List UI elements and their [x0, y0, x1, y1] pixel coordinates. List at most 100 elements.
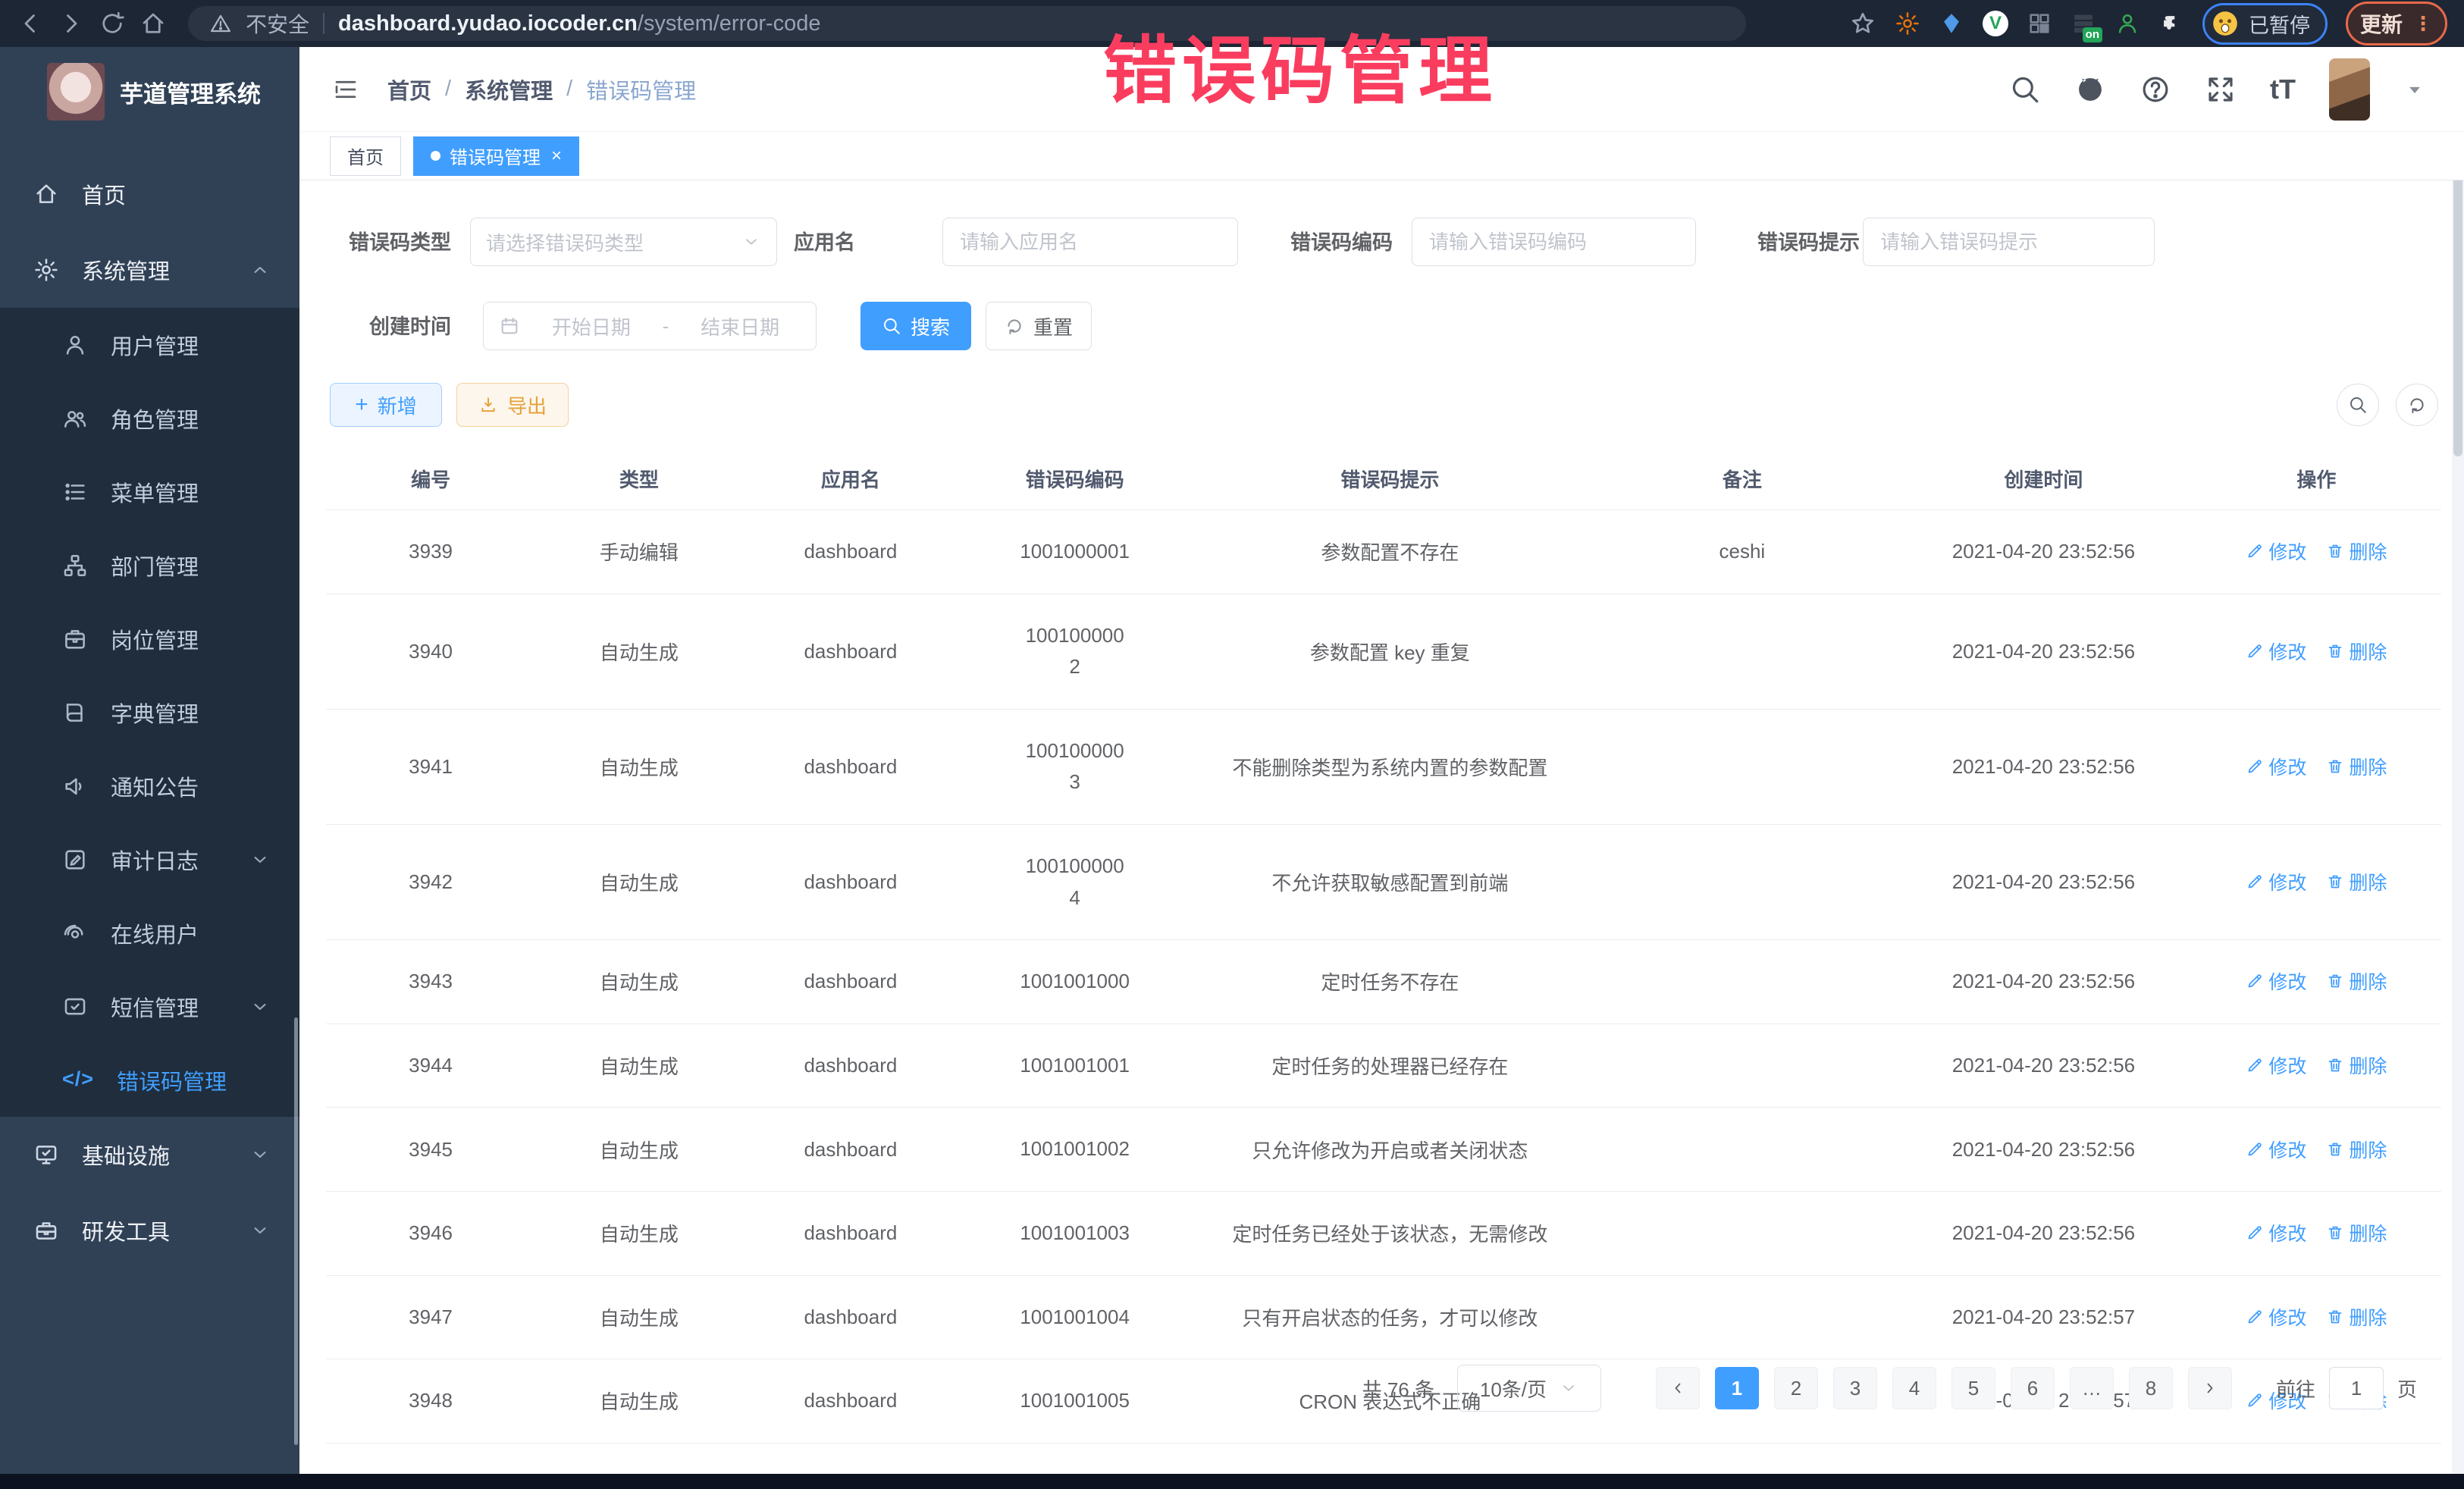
error-type-select[interactable]: 请选择错误码类型	[470, 218, 777, 266]
help-icon[interactable]	[2140, 74, 2171, 105]
delete-link[interactable]: 删除	[2326, 1219, 2387, 1246]
page-number-button[interactable]: 6	[2011, 1367, 2055, 1409]
page-size-select[interactable]: 10条/页	[1457, 1365, 1601, 1412]
sidebar-item[interactable]: 基础设施	[0, 1117, 299, 1193]
edit-link[interactable]: 修改	[2246, 1052, 2306, 1079]
address-bar[interactable]: 不安全 dashboard.yudao.iocoder.cn/system/er…	[188, 6, 1746, 41]
delete-link[interactable]: 删除	[2326, 967, 2387, 995]
edit-link[interactable]: 修改	[2246, 753, 2306, 780]
sidebar-item[interactable]: 角色管理	[0, 381, 299, 455]
edit-link[interactable]: 修改	[2246, 538, 2306, 565]
chevron-down-icon	[249, 1220, 271, 1241]
sidebar-item[interactable]: 研发工具	[0, 1193, 299, 1268]
error-hint-input[interactable]	[1879, 230, 2139, 255]
browser-home-icon[interactable]	[140, 10, 167, 37]
green-v-extension-icon[interactable]: V	[1983, 11, 2008, 36]
browser-back-icon[interactable]	[17, 10, 44, 37]
online-icon	[62, 920, 88, 946]
edit-link[interactable]: 修改	[2246, 1219, 2306, 1246]
person-extension-icon[interactable]	[2114, 11, 2140, 36]
delete-link[interactable]: 删除	[2326, 1136, 2387, 1163]
extension-on-badge: on	[2083, 27, 2102, 42]
start-date-placeholder: 开始日期	[531, 312, 652, 340]
sidebar-item[interactable]: 字典管理	[0, 676, 299, 749]
table-row: 3946自动生成dashboard1001001003定时任务已经处于该状态，无…	[326, 1191, 2441, 1275]
sidebar-item[interactable]: 审计日志	[0, 823, 299, 896]
edit-link[interactable]: 修改	[2246, 1136, 2306, 1163]
page-number-button[interactable]: 2	[1774, 1367, 1818, 1409]
github-icon[interactable]	[2074, 74, 2106, 105]
sidebar-item[interactable]: 岗位管理	[0, 602, 299, 676]
app-name-input[interactable]	[958, 230, 1222, 255]
browser-reload-icon[interactable]	[99, 10, 126, 37]
sidebar-item[interactable]: 在线用户	[0, 896, 299, 970]
sidebar-item[interactable]: 用户管理	[0, 308, 299, 381]
gem-extension-icon[interactable]	[1939, 11, 1964, 36]
export-button[interactable]: 导出	[456, 383, 569, 427]
delete-link[interactable]: 删除	[2326, 753, 2387, 780]
page-number-button[interactable]: 8	[2129, 1367, 2173, 1409]
search-button[interactable]: 搜索	[861, 302, 971, 350]
sidebar-scrollbar[interactable]	[294, 1017, 298, 1446]
toggle-search-button[interactable]	[2337, 384, 2379, 426]
date-range-picker[interactable]: 开始日期 - 结束日期	[483, 302, 817, 350]
user-avatar[interactable]	[2329, 58, 2370, 121]
header-search-icon[interactable]	[2009, 74, 2041, 105]
delete-link[interactable]: 删除	[2326, 1303, 2387, 1331]
delete-link[interactable]: 删除	[2326, 538, 2387, 565]
view-tab[interactable]: 首页	[330, 136, 401, 176]
sidebar-item-label: 菜单管理	[111, 476, 199, 508]
delete-link[interactable]: 删除	[2326, 868, 2387, 895]
puzzle-extension-icon[interactable]	[2158, 11, 2184, 36]
breadcrumb-item[interactable]: 系统管理	[465, 74, 553, 105]
page-ellipsis[interactable]: …	[2070, 1367, 2114, 1409]
sidebar-item[interactable]: 通知公告	[0, 749, 299, 823]
fullscreen-icon[interactable]	[2205, 74, 2237, 105]
next-page-icon	[2201, 1379, 2219, 1397]
page-scrollbar-thumb[interactable]	[2453, 138, 2462, 456]
list-extension-icon[interactable]: on	[2071, 11, 2096, 36]
page-number-button[interactable]: 1	[1715, 1367, 1759, 1409]
edit-link[interactable]: 修改	[2246, 967, 2306, 995]
actions-cell: 修改删除	[2192, 1023, 2441, 1108]
next-page-button[interactable]	[2188, 1367, 2232, 1409]
breadcrumb-item[interactable]: 首页	[387, 74, 431, 105]
edit-link[interactable]: 修改	[2246, 638, 2306, 665]
app-logo	[47, 63, 105, 121]
page-scrollbar-track[interactable]	[2452, 47, 2464, 1474]
browser-update-button[interactable]: 更新 ⋮	[2346, 2, 2447, 45]
sidebar-item[interactable]: 系统管理	[0, 232, 299, 308]
page-number-button[interactable]: 4	[1892, 1367, 1936, 1409]
page-number-button[interactable]: 3	[1833, 1367, 1877, 1409]
close-tab-icon[interactable]: ×	[551, 147, 562, 165]
browser-forward-icon[interactable]	[58, 10, 85, 37]
sidebar-item[interactable]: 短信管理	[0, 970, 299, 1043]
sidebar-item[interactable]: 首页	[0, 156, 299, 232]
goto-page-input[interactable]	[2329, 1367, 2384, 1409]
grid-extension-icon[interactable]	[2027, 11, 2052, 36]
add-button[interactable]: + 新增	[330, 383, 442, 427]
edit-link[interactable]: 修改	[2246, 1303, 2306, 1331]
bookmark-star-icon[interactable]	[1849, 10, 1876, 37]
orange-extension-icon[interactable]	[1895, 11, 1920, 36]
edit-link[interactable]: 修改	[2246, 868, 2306, 895]
sidebar-item[interactable]: </>错误码管理	[0, 1043, 299, 1117]
delete-link[interactable]: 删除	[2326, 638, 2387, 665]
prev-page-button[interactable]	[1656, 1367, 1700, 1409]
avatar-caret-icon[interactable]	[2403, 78, 2426, 101]
sidebar-item[interactable]: 菜单管理	[0, 455, 299, 528]
delete-link[interactable]: 删除	[2326, 1052, 2387, 1079]
view-tab[interactable]: 错误码管理×	[413, 136, 579, 176]
collapse-sidebar-icon[interactable]	[330, 76, 362, 103]
code-cell: 1001001001	[958, 1023, 1191, 1108]
font-size-icon[interactable]: tT	[2270, 76, 2296, 103]
browser-menu-dots-icon[interactable]: ⋮	[2413, 18, 2433, 29]
error-code-input[interactable]	[1428, 230, 1680, 255]
page-number-button[interactable]: 5	[1951, 1367, 1995, 1409]
refresh-table-button[interactable]	[2396, 384, 2438, 426]
error-hint-label: 错误码提示	[1723, 218, 1860, 268]
reset-button[interactable]: 重置	[986, 302, 1092, 350]
profile-paused-badge[interactable]: 已暂停	[2202, 3, 2328, 45]
sidebar-logo-area[interactable]: 芋道管理系统	[0, 47, 299, 136]
sidebar-item[interactable]: 部门管理	[0, 528, 299, 602]
